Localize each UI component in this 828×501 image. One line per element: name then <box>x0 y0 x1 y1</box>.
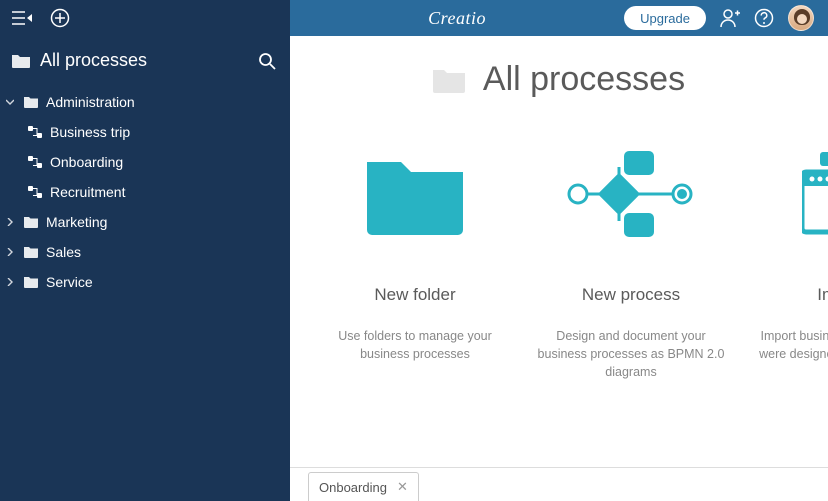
help-icon[interactable] <box>754 8 774 28</box>
card-new-folder[interactable]: New folder Use folders to manage your bu… <box>310 139 520 381</box>
card-desc: Use folders to manage your business proc… <box>310 327 520 363</box>
process-icon <box>28 156 42 168</box>
process-icon <box>28 186 42 198</box>
tree-label: Marketing <box>46 214 107 230</box>
card-desc: Import business processes that were desi… <box>742 327 828 363</box>
topbar: Creatio Upgrade <box>290 0 828 36</box>
tree-label: Service <box>46 274 93 290</box>
tree-item-service[interactable]: Service <box>0 267 290 297</box>
sidebar-title: All processes <box>40 50 147 71</box>
folder-illustration-icon <box>310 139 520 249</box>
chevron-right-icon <box>4 278 16 286</box>
add-icon[interactable] <box>50 8 70 28</box>
folder-icon <box>12 53 30 68</box>
avatar[interactable] <box>788 5 814 31</box>
folder-icon <box>24 246 38 258</box>
card-title: New process <box>526 285 736 305</box>
sidebar-section-header[interactable]: All processes <box>0 36 290 85</box>
upgrade-button[interactable]: Upgrade <box>624 6 706 30</box>
sidebar: All processes Administration Business tr… <box>0 0 290 501</box>
content: All processes New folder Use folders to … <box>290 36 828 501</box>
folder-icon <box>24 96 38 108</box>
tree-item-administration[interactable]: Administration <box>0 87 290 117</box>
card-import[interactable]: Import * Import business processes that … <box>742 139 828 381</box>
sidebar-tree: Administration Business trip Onboarding … <box>0 85 290 299</box>
folder-icon <box>433 67 465 93</box>
chevron-down-icon <box>4 98 16 106</box>
tab-onboarding[interactable]: Onboarding ✕ <box>308 472 419 501</box>
cards-row: New folder Use folders to manage your bu… <box>290 109 828 381</box>
page-title: All processes <box>483 60 685 99</box>
tabs-bar: Onboarding ✕ <box>290 467 828 501</box>
search-icon[interactable] <box>258 52 276 70</box>
card-new-process[interactable]: New process Design and document your bus… <box>526 139 736 381</box>
process-icon <box>28 126 42 138</box>
brand-logo: Creatio <box>304 8 610 29</box>
tree-label: Recruitment <box>50 184 125 200</box>
card-desc: Design and document your business proces… <box>526 327 736 381</box>
main: Creatio Upgrade All processes <box>290 0 828 501</box>
folder-icon <box>24 216 38 228</box>
sidebar-toolbar <box>0 0 290 36</box>
tree-label: Business trip <box>50 124 130 140</box>
tree-label: Onboarding <box>50 154 123 170</box>
card-title: New folder <box>310 285 520 305</box>
tree-item-recruitment[interactable]: Recruitment <box>0 177 290 207</box>
tree-label: Sales <box>46 244 81 260</box>
tree-label: Administration <box>46 94 135 110</box>
folder-icon <box>24 276 38 288</box>
tree-item-marketing[interactable]: Marketing <box>0 207 290 237</box>
page-title-row: All processes <box>290 36 828 109</box>
tree-item-onboarding[interactable]: Onboarding <box>0 147 290 177</box>
bpmn-illustration-icon <box>526 139 736 249</box>
tab-label: Onboarding <box>319 480 387 495</box>
add-user-icon[interactable] <box>720 8 740 28</box>
tree-item-sales[interactable]: Sales <box>0 237 290 267</box>
card-title: Import * <box>742 285 828 305</box>
tree-item-business-trip[interactable]: Business trip <box>0 117 290 147</box>
import-illustration-icon <box>742 139 828 249</box>
close-icon[interactable]: ✕ <box>397 479 408 495</box>
chevron-right-icon <box>4 218 16 226</box>
menu-collapse-icon[interactable] <box>12 11 32 25</box>
chevron-right-icon <box>4 248 16 256</box>
